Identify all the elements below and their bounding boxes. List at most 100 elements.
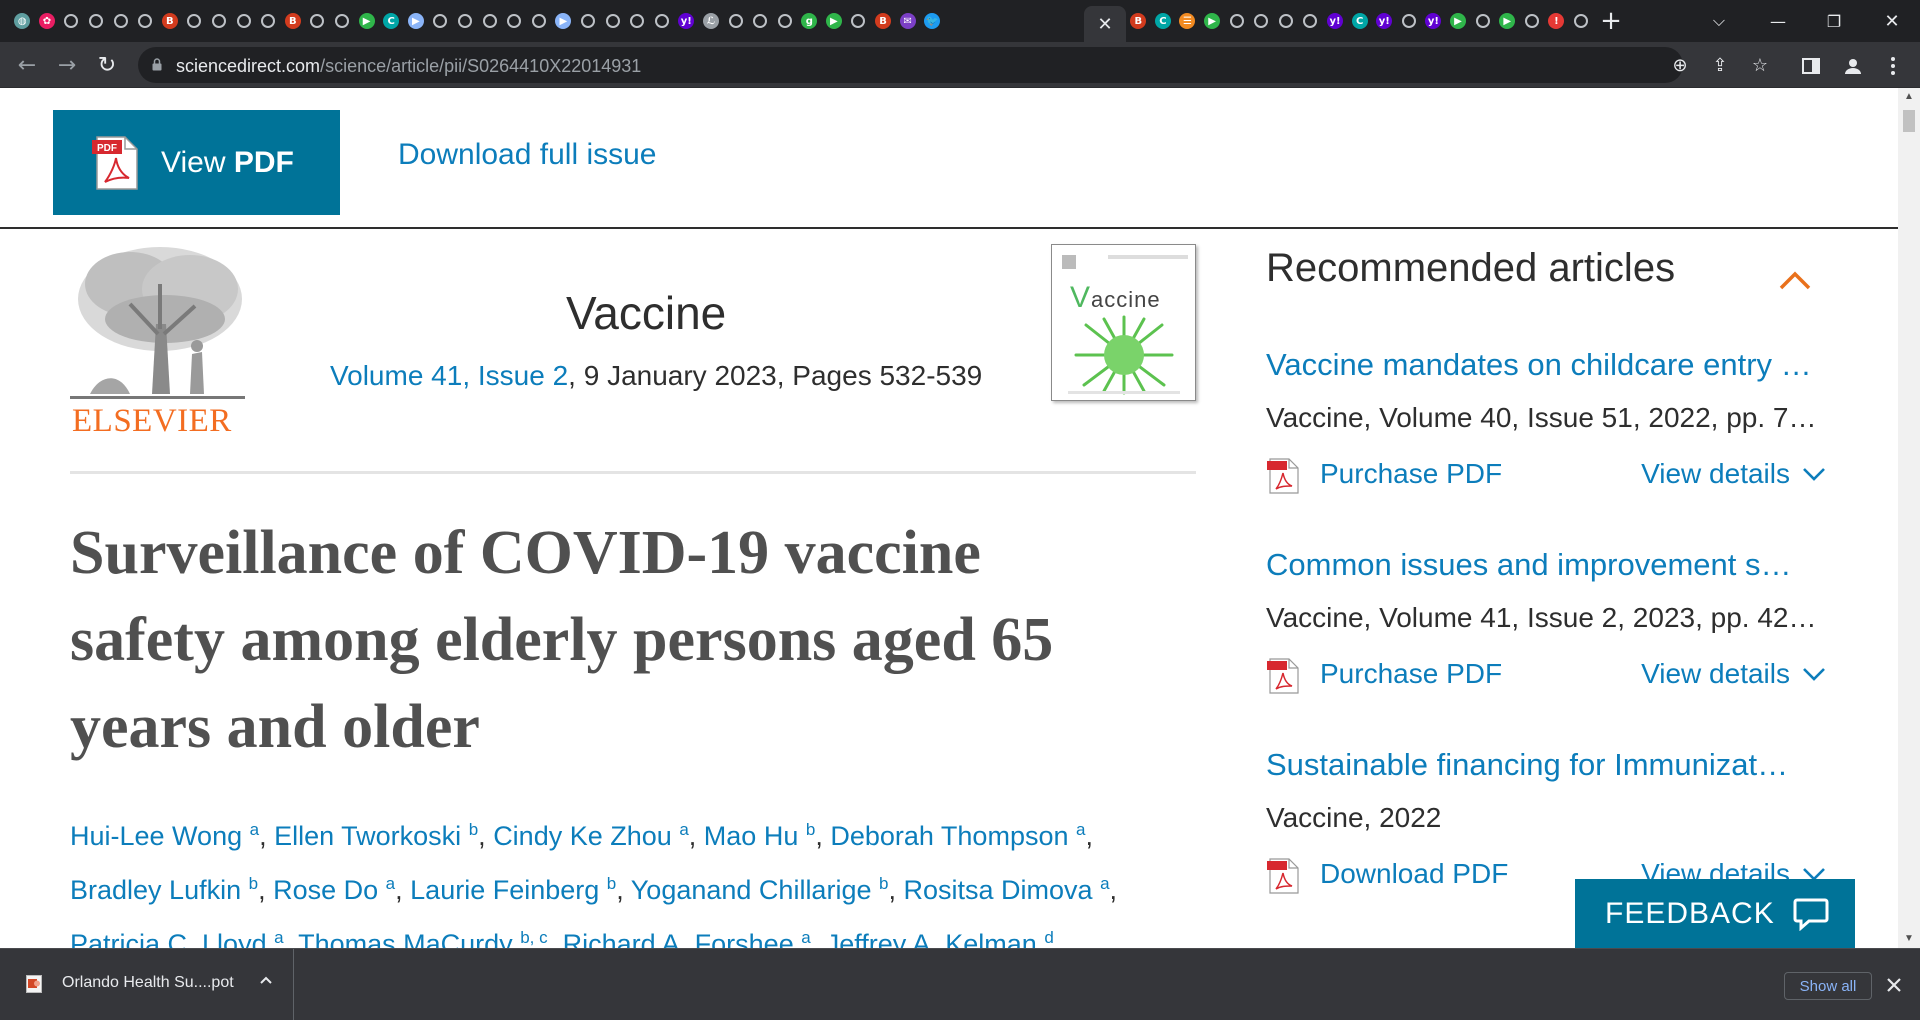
tab-search-button[interactable]: ⌵ (1704, 6, 1734, 36)
page-scrollbar[interactable]: ▲ ▼ (1898, 88, 1920, 948)
view-details-toggle[interactable]: View details (1641, 658, 1826, 690)
author-link[interactable]: Cindy Ke Zhou a (493, 820, 689, 851)
issue-link[interactable]: Volume 41, Issue 2 (330, 360, 568, 391)
tab-after-6[interactable] (1274, 9, 1299, 33)
tab-32[interactable]: g (797, 9, 822, 33)
tab-after-17[interactable]: ! (1544, 9, 1569, 33)
tab-after-13[interactable]: ▶ (1446, 9, 1471, 33)
tab-7[interactable] (182, 9, 207, 33)
tab-19[interactable] (477, 9, 502, 33)
tab-after-8[interactable]: y! (1323, 9, 1348, 33)
menu-icon[interactable] (1880, 53, 1906, 79)
feedback-button[interactable]: FEEDBACK (1575, 879, 1855, 948)
tab-37[interactable]: 🐦 (920, 9, 945, 33)
tab-24[interactable] (600, 9, 625, 33)
tab-30[interactable] (748, 9, 773, 33)
profile-icon[interactable] (1840, 53, 1866, 79)
restore-button[interactable]: ❐ (1814, 6, 1854, 36)
tab-33[interactable]: ▶ (822, 9, 847, 33)
tab-36[interactable]: ✉ (895, 9, 920, 33)
author-link[interactable]: Thomas MaCurdy b, c (298, 928, 548, 948)
tab-27[interactable]: y! (674, 9, 699, 33)
author-link[interactable]: Hui-Lee Wong a (70, 820, 259, 851)
tab-11[interactable]: B (281, 9, 306, 33)
journal-title[interactable]: Vaccine (566, 286, 726, 340)
recommended-article-title[interactable]: Common issues and improvement s… (1266, 544, 1826, 586)
tab-13[interactable] (330, 9, 355, 33)
tab-after-9[interactable]: C (1347, 9, 1372, 33)
tab-21[interactable] (526, 9, 551, 33)
tab-3[interactable] (84, 9, 109, 33)
tab-35[interactable]: B (871, 9, 896, 33)
tab-1[interactable]: ✿ (35, 9, 60, 33)
tab-after-10[interactable]: y! (1372, 9, 1397, 33)
close-window-button[interactable]: ✕ (1872, 6, 1912, 36)
tab-after-16[interactable] (1520, 9, 1545, 33)
author-link[interactable]: Laurie Feinberg b (410, 874, 616, 905)
author-affiliation[interactable]: a (274, 928, 283, 947)
author-affiliation[interactable]: b (249, 874, 258, 893)
tab-20[interactable] (502, 9, 527, 33)
tab-after-1[interactable]: C (1151, 9, 1176, 33)
recommended-article-title[interactable]: Vaccine mandates on childcare entry … (1266, 344, 1826, 386)
back-button[interactable]: ← (12, 50, 42, 80)
tab-14[interactable]: ▶ (354, 9, 379, 33)
tab-5[interactable] (133, 9, 158, 33)
tab-15[interactable]: C (379, 9, 404, 33)
author-link[interactable]: Yoganand Chillarige b (631, 874, 889, 905)
tab-34[interactable] (846, 9, 871, 33)
author-affiliation[interactable]: a (386, 874, 395, 893)
view-pdf-button[interactable]: PDF View PDF (53, 110, 340, 215)
tab-after-18[interactable] (1569, 9, 1594, 33)
tab-18[interactable] (453, 9, 478, 33)
tab-after-12[interactable]: y! (1421, 9, 1446, 33)
close-shelf-icon[interactable] (1884, 975, 1904, 995)
tab-after-3[interactable]: ▶ (1200, 9, 1225, 33)
author-affiliation[interactable]: b (469, 820, 478, 839)
scroll-down-arrow[interactable]: ▼ (1898, 930, 1920, 948)
tab-28[interactable]: ℒ (699, 9, 724, 33)
author-link[interactable]: Ellen Tworkoski b (274, 820, 478, 851)
author-affiliation[interactable]: a (801, 928, 810, 947)
recommended-pdf-link[interactable]: Purchase PDF (1320, 458, 1502, 490)
scroll-up-arrow[interactable]: ▲ (1898, 88, 1920, 106)
view-details-toggle[interactable]: View details (1641, 458, 1826, 490)
tab-25[interactable] (625, 9, 650, 33)
tab-0[interactable]: ◍ (10, 9, 35, 33)
author-link[interactable]: Deborah Thompson a (830, 820, 1085, 851)
download-full-issue-link[interactable]: Download full issue (398, 138, 656, 172)
show-all-downloads-button[interactable]: Show all (1784, 972, 1872, 1000)
recommended-pdf-link[interactable]: Download PDF (1320, 858, 1508, 890)
tab-10[interactable] (256, 9, 281, 33)
forward-button[interactable]: → (52, 50, 82, 80)
author-link[interactable]: Patricia C. Lloyd a (70, 928, 284, 948)
scroll-thumb[interactable] (1903, 110, 1915, 132)
tab-close-icon[interactable]: ✕ (1097, 14, 1112, 35)
author-affiliation[interactable]: a (679, 820, 688, 839)
tab-29[interactable] (723, 9, 748, 33)
new-tab-button[interactable]: + (1596, 6, 1626, 36)
tab-17[interactable] (428, 9, 453, 33)
author-link[interactable]: Rositsa Dimova a (903, 874, 1109, 905)
collapse-chevron-up-icon[interactable] (1778, 264, 1812, 298)
tab-26[interactable] (649, 9, 674, 33)
tab-31[interactable] (772, 9, 797, 33)
author-affiliation[interactable]: b, c (520, 928, 547, 947)
tab-16[interactable]: ▶ (404, 9, 429, 33)
active-tab[interactable]: ✕ (1084, 6, 1126, 42)
author-link[interactable]: Jeffrey A. Kelman d (826, 928, 1054, 948)
tab-after-0[interactable]: B (1126, 9, 1151, 33)
address-bar[interactable]: sciencedirect.com/science/article/pii/S0… (138, 47, 1768, 83)
tab-6[interactable]: B (158, 9, 183, 33)
tab-after-15[interactable]: ▶ (1495, 9, 1520, 33)
tab-23[interactable] (576, 9, 601, 33)
tab-22[interactable]: ▶ (551, 9, 576, 33)
journal-cover-image[interactable]: Vaccine (1051, 244, 1196, 401)
share-icon[interactable]: ⇪ (1708, 53, 1732, 77)
tab-8[interactable] (207, 9, 232, 33)
url-text[interactable]: sciencedirect.com/science/article/pii/S0… (176, 56, 641, 77)
tab-4[interactable] (108, 9, 133, 33)
side-panel-icon[interactable] (1798, 53, 1824, 79)
tab-9[interactable] (231, 9, 256, 33)
recommended-article-title[interactable]: Sustainable financing for Immunizat… (1266, 744, 1826, 786)
